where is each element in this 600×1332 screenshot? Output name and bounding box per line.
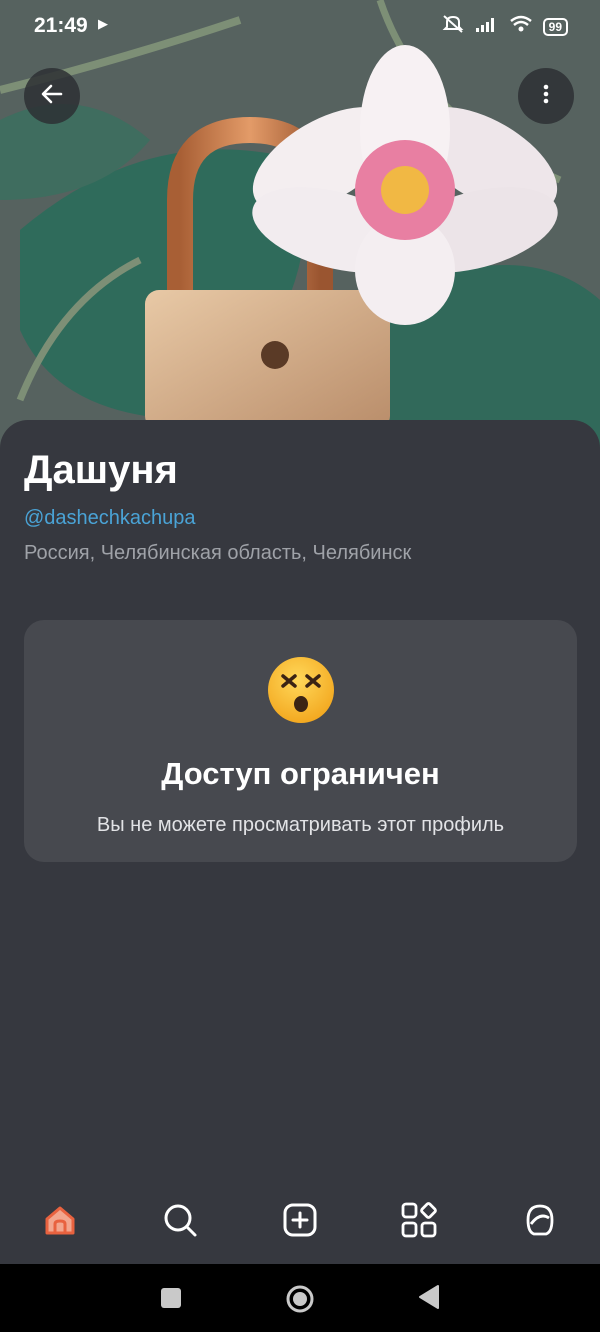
profile-handle[interactable]: @dashechkachupa [24,507,196,530]
tab-profile[interactable] [520,1202,560,1242]
cover-image [0,0,600,450]
profile-icon [522,1202,558,1243]
more-vertical-icon [542,83,550,110]
restricted-title: Доступ ограничен [161,756,440,791]
profile-location: Россия, Челябинская область, Челябинск [24,542,412,564]
profile-name: Дашуня [24,448,178,492]
wifi-icon [509,15,533,38]
home-button[interactable] [285,1284,314,1313]
signal-icon [475,15,499,38]
system-navigation-bar [0,1264,600,1332]
apps-icon [401,1201,437,1243]
tab-create[interactable] [280,1202,320,1242]
status-time: 21:49 [34,14,88,37]
recents-button[interactable] [157,1284,185,1312]
tab-search[interactable] [160,1202,200,1242]
more-options-button[interactable] [518,68,574,124]
triangle-back-icon [416,1285,442,1314]
square-icon [157,1288,185,1316]
add-icon [283,1203,317,1242]
system-back-button[interactable] [416,1284,444,1312]
tab-apps[interactable] [399,1201,439,1243]
mute-icon [441,14,465,39]
play-icon: ▶ [98,16,108,31]
arrow-left-icon [39,81,65,112]
search-icon [162,1202,198,1243]
restricted-access-card: Доступ ограничен Вы не можете просматрив… [24,620,577,862]
home-icon [43,1203,77,1242]
back-button[interactable] [24,68,80,124]
tab-home[interactable] [40,1202,80,1242]
restricted-message: Вы не можете просматривать этот профиль [96,814,505,836]
dizzy-face-emoji-icon [267,656,335,729]
circle-icon [285,1285,315,1318]
battery-icon: 99 [542,17,568,36]
status-bar: 21:49 ▶ 99 [0,0,600,52]
bottom-tab-bar [0,1180,600,1264]
